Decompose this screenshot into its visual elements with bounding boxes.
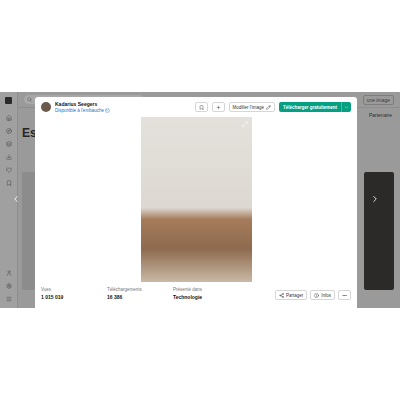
chevron-right-icon (370, 194, 380, 204)
stat: Vues 1 015 019 (41, 287, 107, 300)
submit-link[interactable]: une image (363, 95, 394, 105)
image-area (35, 116, 357, 282)
pencil-icon (266, 105, 271, 110)
stat-value: 1 015 019 (41, 294, 107, 300)
download-button[interactable]: Télécharger gratuitement (279, 102, 341, 112)
stat-label: Téléchargements (107, 287, 173, 292)
footer-button[interactable]: Infos (310, 290, 335, 300)
more-button[interactable] (338, 290, 351, 300)
author-info: Kadarius SeegersDisponible à l'embauche (55, 101, 110, 113)
modal-header: Kadarius SeegersDisponible à l'embauche M… (35, 97, 357, 116)
home-icon[interactable] (6, 115, 12, 121)
chevron-down-icon (344, 105, 349, 110)
bookmark-icon[interactable] (6, 180, 12, 186)
photo-modal: Kadarius SeegersDisponible à l'embauche M… (35, 97, 357, 308)
footer-buttons: PartagerInfos (275, 290, 351, 300)
edit-button[interactable]: Modifier l'image (229, 102, 275, 112)
logo-icon[interactable] (5, 97, 12, 104)
user-icon[interactable] (6, 270, 12, 276)
bookmark-icon (199, 105, 204, 110)
next-button[interactable] (370, 194, 380, 204)
stat: Présenté dans Technologie (173, 287, 239, 300)
gallery-card[interactable] (22, 172, 36, 290)
stat: Téléchargements 16 386 (107, 287, 173, 300)
settings-icon[interactable] (6, 283, 12, 289)
stat-label: Vues (41, 287, 107, 292)
download-icon[interactable] (6, 154, 12, 160)
verified-icon (105, 108, 110, 113)
download-group: Télécharger gratuitement (279, 102, 351, 112)
previous-button[interactable] (11, 194, 21, 204)
photo[interactable] (141, 117, 252, 282)
page-frame: une imagePartenaireEsKadarius SeegersDis… (0, 92, 400, 308)
menu-icon[interactable] (6, 296, 12, 302)
gallery-card[interactable] (364, 172, 394, 290)
stat-value: Technologie (173, 294, 239, 300)
info-icon (314, 293, 319, 298)
more-icon (342, 293, 347, 298)
search-icon (27, 97, 32, 102)
chevron-left-icon (11, 194, 21, 204)
bookmark-button[interactable] (195, 102, 208, 112)
likes-icon[interactable] (6, 167, 12, 173)
nav-link[interactable]: Partenaire (369, 112, 392, 118)
download-options-button[interactable] (341, 102, 351, 112)
footer-button[interactable]: Partager (275, 290, 307, 300)
author-avatar[interactable] (41, 102, 51, 112)
author-status: Disponible à l'embauche (55, 108, 110, 113)
expand-button[interactable] (242, 121, 248, 127)
explore-icon[interactable] (6, 128, 12, 134)
add-button[interactable] (212, 102, 225, 112)
plus-icon (216, 105, 221, 110)
modal-footer: Vues 1 015 019Téléchargements 16 386Présen… (35, 282, 357, 300)
stat-value: 16 386 (107, 294, 173, 300)
expand-icon (242, 121, 248, 127)
collections-icon[interactable] (6, 141, 12, 147)
stat-label: Présenté dans (173, 287, 239, 292)
author-name[interactable]: Kadarius Seegers (55, 101, 110, 107)
share-icon (279, 293, 284, 298)
